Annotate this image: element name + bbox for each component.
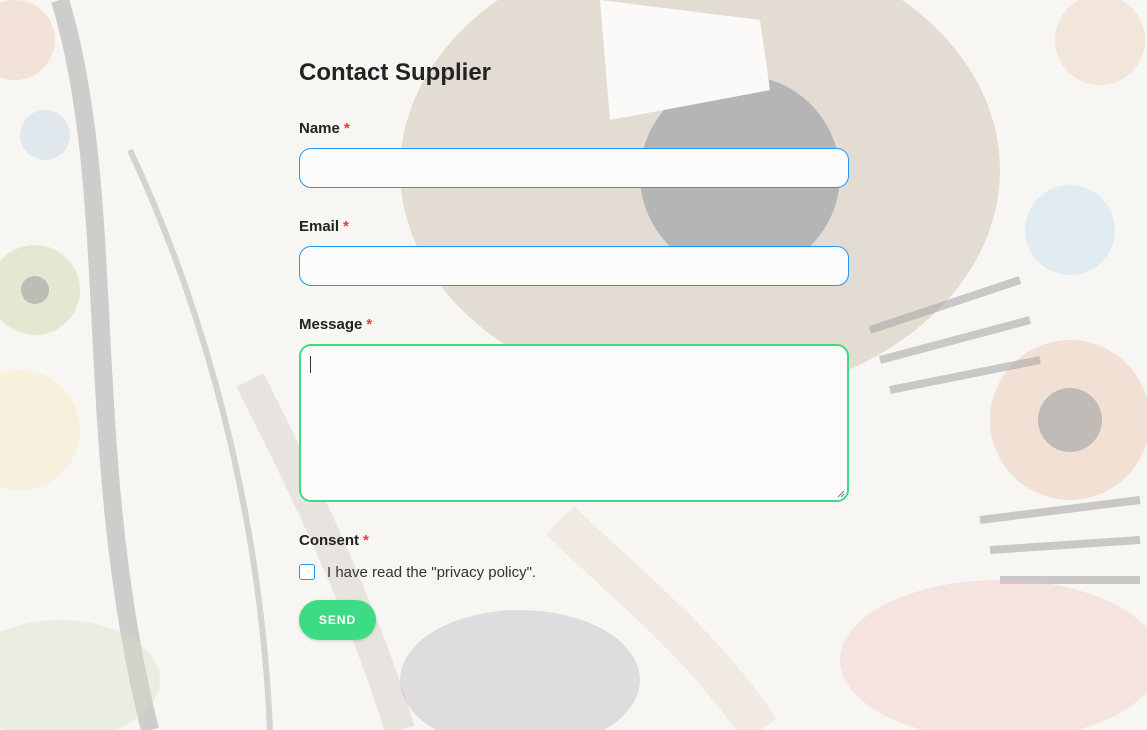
name-label-text: Name — [299, 120, 340, 137]
required-marker: * — [366, 316, 373, 333]
consent-row[interactable]: I have read the "privacy policy". — [299, 562, 849, 582]
required-marker: * — [343, 218, 349, 235]
message-field-group: Message * — [299, 316, 849, 502]
message-label: Message * — [299, 316, 849, 334]
consent-field-group: Consent * I have read the "privacy policy… — [299, 532, 849, 582]
required-marker: * — [343, 120, 350, 137]
consent-label: Consent * — [299, 532, 849, 550]
send-button[interactable]: SEND — [299, 600, 376, 640]
name-label: Name * — [299, 120, 849, 138]
message-textarea[interactable] — [299, 344, 849, 502]
required-marker: * — [363, 532, 369, 549]
email-label-text: Email — [299, 218, 340, 235]
consent-label-text: Consent — [299, 532, 359, 549]
email-label: Email * — [299, 218, 849, 236]
text-caret — [310, 356, 311, 373]
email-input[interactable] — [299, 246, 849, 286]
name-input[interactable] — [299, 148, 849, 188]
consent-text: I have read the "privacy policy". — [327, 563, 537, 581]
page: Contact Supplier Name * Email * Message * — [0, 0, 1147, 730]
name-field-group: Name * — [299, 120, 849, 188]
page-title: Contact Supplier — [299, 59, 492, 86]
contact-supplier-form: Contact Supplier Name * Email * Message * — [299, 58, 849, 640]
message-label-text: Message — [299, 316, 363, 333]
resize-handle-icon[interactable] — [837, 490, 845, 498]
consent-checkbox[interactable] — [299, 564, 315, 580]
email-field-group: Email * — [299, 218, 849, 286]
